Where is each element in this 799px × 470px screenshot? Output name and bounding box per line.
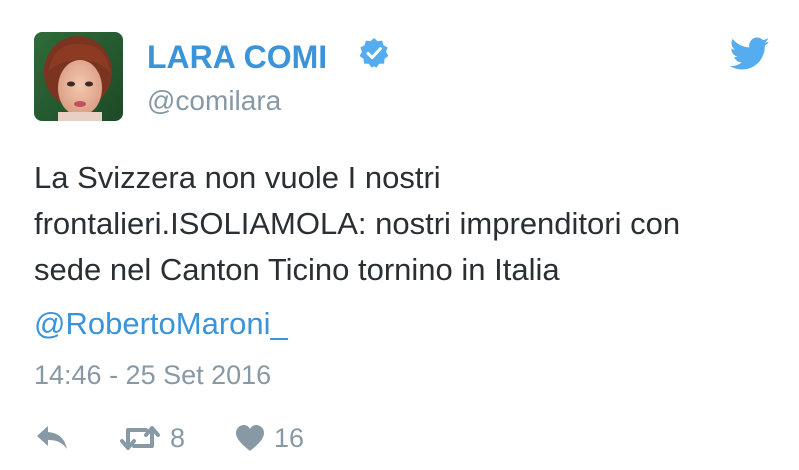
like-button[interactable]: 16 [234,418,304,458]
retweet-icon [120,426,160,450]
action-bar: 8 16 [34,418,434,458]
avatar[interactable] [34,32,123,121]
tweet-text: La Svizzera non vuole I nostri frontalie… [34,155,779,293]
timestamp-link[interactable]: 14:46 - 25 Set 2016 [34,357,271,393]
retweet-button[interactable]: 8 [118,418,185,458]
twitter-bird-icon[interactable] [730,37,770,71]
verified-badge-icon [359,38,389,68]
tweet-text-line: La Svizzera non vuole I nostri [34,160,441,195]
tweet-text-line: sede nel Canton Ticino tornino in Italia [34,252,560,287]
tweet-text-line: frontalieri.ISOLIAMOLA: nostri imprendit… [34,206,681,241]
display-name[interactable]: LARA COMI [147,37,327,77]
tweet-card: LARA COMI @comilara La Svizzera non vuol… [0,0,799,470]
mention-link[interactable]: @RobertoMaroni_ [34,301,288,347]
reply-button[interactable] [34,418,70,458]
avatar-image [34,32,123,121]
retweet-count: 8 [170,423,186,453]
like-count: 16 [274,423,305,453]
heart-icon [236,425,264,451]
reply-icon [37,426,67,449]
handle[interactable]: @comilara [147,83,281,119]
